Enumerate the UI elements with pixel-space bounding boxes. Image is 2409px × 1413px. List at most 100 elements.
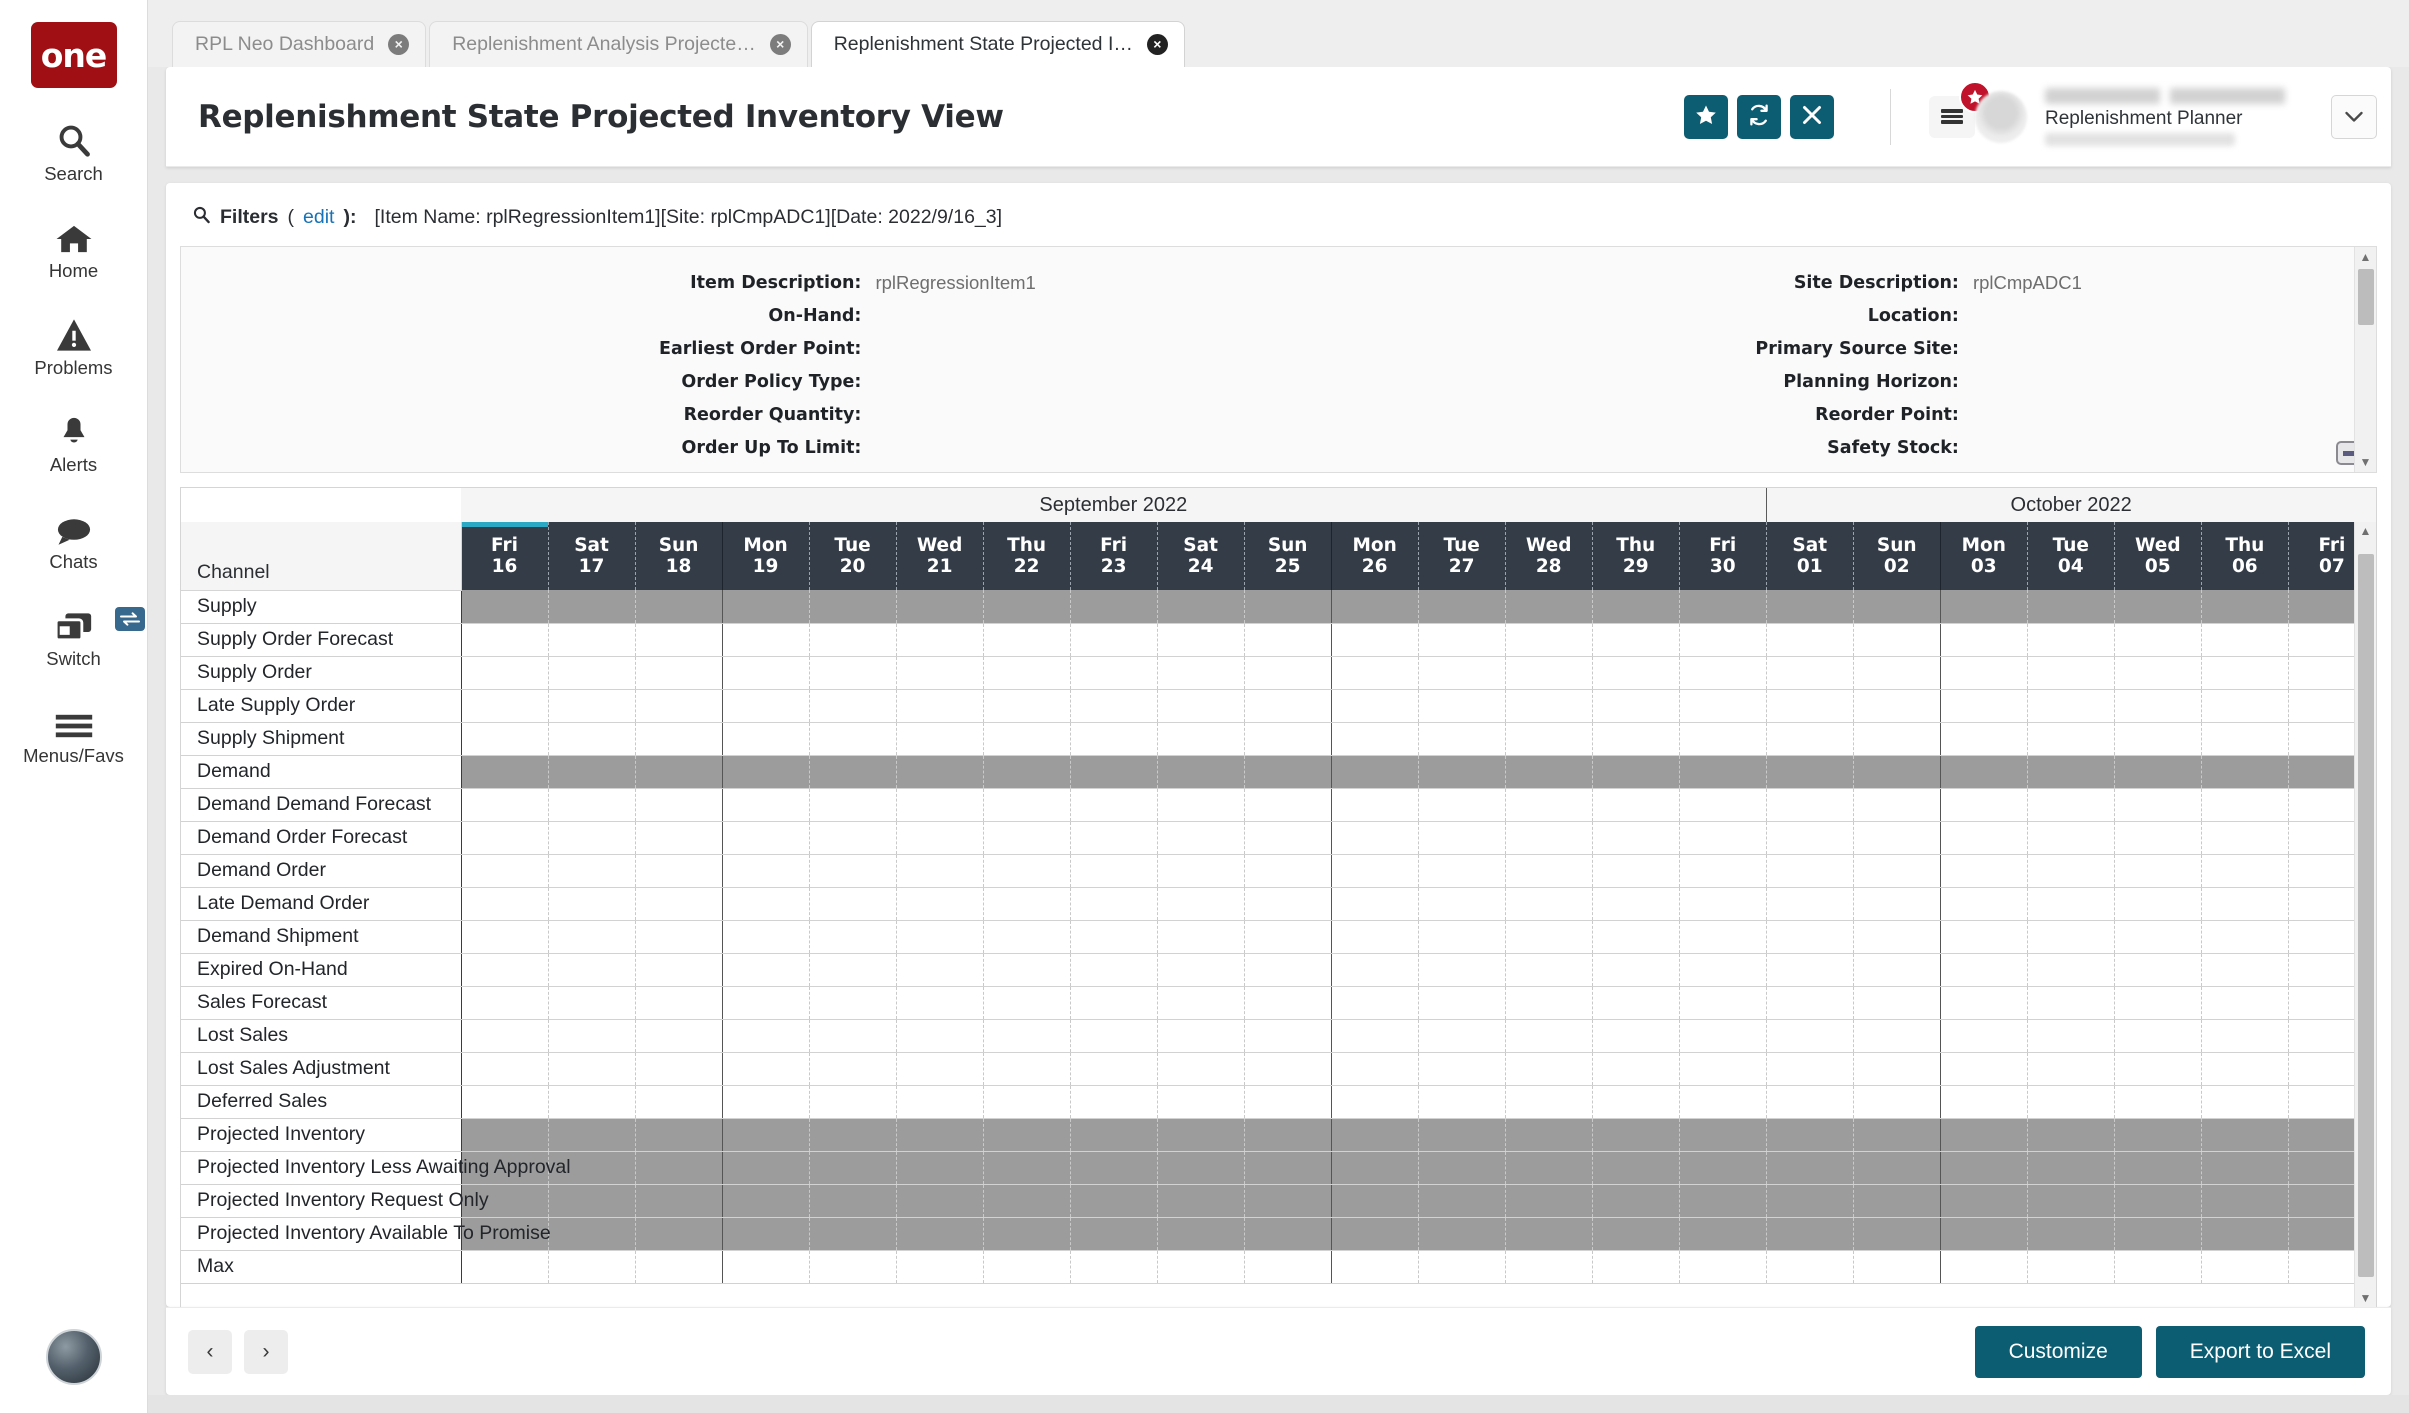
grid-cell[interactable]: [548, 821, 635, 854]
grid-cell[interactable]: [809, 656, 896, 689]
grid-cell[interactable]: [896, 623, 983, 656]
grid-cell[interactable]: [1766, 1019, 1853, 1052]
grid-cell[interactable]: [896, 854, 983, 887]
grid-cell[interactable]: [983, 1250, 1070, 1283]
grid-cell[interactable]: [1679, 986, 1766, 1019]
grid-cell[interactable]: [1157, 689, 1244, 722]
grid-cell[interactable]: [722, 1019, 809, 1052]
grid-day-header-cell[interactable]: Fri16: [461, 522, 548, 590]
grid-cell[interactable]: [1244, 854, 1331, 887]
grid-cell[interactable]: [2027, 656, 2114, 689]
grid-cell[interactable]: [1853, 623, 1940, 656]
grid-cell[interactable]: [1244, 755, 1331, 788]
grid-cell[interactable]: [983, 755, 1070, 788]
grid-cell[interactable]: [1853, 1052, 1940, 1085]
grid-cell[interactable]: [2027, 986, 2114, 1019]
grid-cell[interactable]: [635, 920, 722, 953]
grid-cell[interactable]: [2027, 788, 2114, 821]
grid-cell[interactable]: [1244, 623, 1331, 656]
sidebar-item-search[interactable]: Search: [9, 118, 139, 185]
grid-cell[interactable]: [1331, 590, 1418, 623]
grid-cell[interactable]: [1505, 689, 1592, 722]
grid-day-header-cell[interactable]: Tue04: [2027, 522, 2114, 590]
grid-cell[interactable]: [1505, 1118, 1592, 1151]
grid-cell[interactable]: [1070, 953, 1157, 986]
grid-cell[interactable]: [1505, 1217, 1592, 1250]
grid-cell[interactable]: [2027, 887, 2114, 920]
grid-day-header-cell[interactable]: Thu06: [2201, 522, 2288, 590]
grid-cell[interactable]: [2201, 1184, 2288, 1217]
grid-cell[interactable]: [722, 656, 809, 689]
grid-row-label[interactable]: Projected Inventory Request Only: [181, 1184, 461, 1217]
grid-cell[interactable]: [1157, 623, 1244, 656]
grid-cell[interactable]: [809, 1085, 896, 1118]
grid-cell[interactable]: [1679, 887, 1766, 920]
grid-cell[interactable]: [1940, 854, 2027, 887]
grid-cell[interactable]: [1331, 1250, 1418, 1283]
grid-cell[interactable]: [1679, 1118, 1766, 1151]
grid-cell[interactable]: [1766, 986, 1853, 1019]
grid-cell[interactable]: [1244, 1019, 1331, 1052]
grid-cell[interactable]: [2027, 722, 2114, 755]
grid-cell[interactable]: [896, 722, 983, 755]
grid-cell[interactable]: [1505, 1151, 1592, 1184]
grid-cell[interactable]: [1331, 920, 1418, 953]
grid-cell[interactable]: [809, 821, 896, 854]
user-zone[interactable]: Replenishment Planner: [1975, 88, 2305, 146]
grid-cell[interactable]: [809, 1151, 896, 1184]
grid-cell[interactable]: [1070, 623, 1157, 656]
grid-cell[interactable]: [1592, 590, 1679, 623]
grid-cell[interactable]: [983, 788, 1070, 821]
grid-cell[interactable]: [1505, 1052, 1592, 1085]
user-menu-chevron-down-icon[interactable]: [2331, 95, 2377, 139]
grid-cell[interactable]: [1331, 788, 1418, 821]
grid-cell[interactable]: [722, 1052, 809, 1085]
grid-cell[interactable]: [896, 1151, 983, 1184]
grid-cell[interactable]: [1766, 590, 1853, 623]
table-row[interactable]: Projected Inventory: [181, 1118, 2376, 1151]
scrollbar-thumb[interactable]: [2358, 554, 2374, 1277]
grid-cell[interactable]: [1244, 1052, 1331, 1085]
grid-cell[interactable]: [461, 722, 548, 755]
grid-cell[interactable]: [2027, 689, 2114, 722]
grid-cell[interactable]: [1331, 1085, 1418, 1118]
grid-cell[interactable]: [2027, 821, 2114, 854]
grid-cell[interactable]: [635, 656, 722, 689]
grid-cell[interactable]: [1940, 887, 2027, 920]
grid-cell[interactable]: [1418, 821, 1505, 854]
grid-cell[interactable]: [1418, 953, 1505, 986]
grid-row-label[interactable]: Max: [181, 1250, 461, 1283]
grid-cell[interactable]: [983, 1085, 1070, 1118]
grid-cell[interactable]: [2201, 590, 2288, 623]
grid-cell[interactable]: [896, 1118, 983, 1151]
grid-cell[interactable]: [2114, 1052, 2201, 1085]
grid-cell[interactable]: [2114, 887, 2201, 920]
table-row[interactable]: Demand Order: [181, 854, 2376, 887]
grid-cell[interactable]: [1592, 986, 1679, 1019]
grid-cell[interactable]: [1244, 1151, 1331, 1184]
grid-cell[interactable]: [1244, 788, 1331, 821]
grid-cell[interactable]: [1418, 788, 1505, 821]
grid-cell[interactable]: [1331, 821, 1418, 854]
grid-cell[interactable]: [1592, 689, 1679, 722]
grid-day-header-cell[interactable]: Sun25: [1244, 522, 1331, 590]
grid-cell[interactable]: [722, 1085, 809, 1118]
grid-cell[interactable]: [548, 1250, 635, 1283]
grid-cell[interactable]: [1505, 1250, 1592, 1283]
grid-cell[interactable]: [809, 887, 896, 920]
grid-cell[interactable]: [1592, 953, 1679, 986]
grid-cell[interactable]: [722, 953, 809, 986]
grid-cell[interactable]: [2201, 887, 2288, 920]
grid-cell[interactable]: [1679, 1019, 1766, 1052]
grid-cell[interactable]: [1766, 722, 1853, 755]
grid-cell[interactable]: [461, 1052, 548, 1085]
grid-cell[interactable]: [2201, 854, 2288, 887]
grid-cell[interactable]: [635, 623, 722, 656]
grid-day-header-cell[interactable]: Fri23: [1070, 522, 1157, 590]
grid-day-header-cell[interactable]: Wed28: [1505, 522, 1592, 590]
grid-cell[interactable]: [809, 689, 896, 722]
grid-cell[interactable]: [461, 854, 548, 887]
grid-cell[interactable]: [1766, 755, 1853, 788]
grid-day-header-cell[interactable]: Mon19: [722, 522, 809, 590]
sidebar-item-problems[interactable]: Problems: [9, 312, 139, 379]
